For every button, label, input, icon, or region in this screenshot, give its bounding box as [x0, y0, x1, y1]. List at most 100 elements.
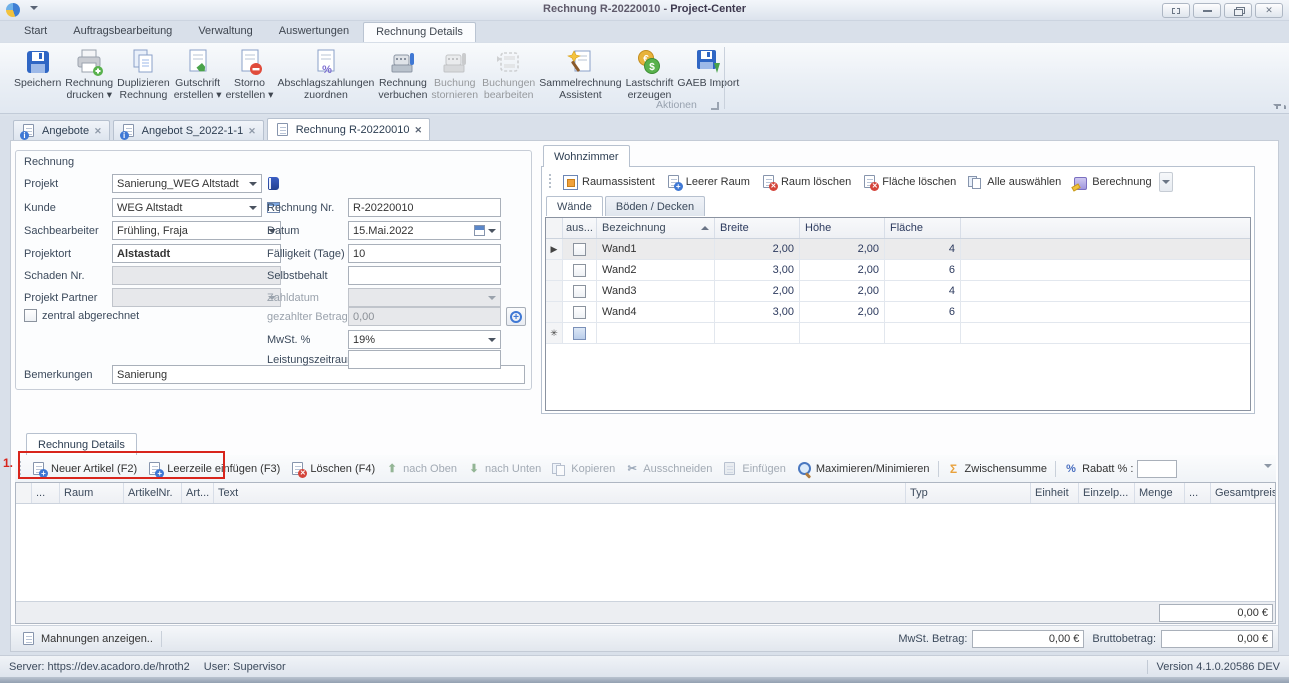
col-raum[interactable]: Raum — [60, 483, 124, 503]
gutschrift-erstellen-button[interactable]: Gutschrift erstellen ▾ — [172, 45, 224, 101]
table-row[interactable]: ▶ Wand1 2,00 2,00 4 — [546, 239, 1250, 260]
restore-button[interactable] — [1224, 3, 1252, 18]
rabatt-input[interactable] — [1137, 460, 1177, 478]
table-row[interactable]: Wand2 3,00 2,00 6 — [546, 260, 1250, 281]
nach-unten-button[interactable]: ⬇ nach Unten — [462, 461, 546, 476]
col-bezeichnung[interactable]: Bezeichnung — [597, 218, 715, 238]
cell-breite[interactable]: 2,00 — [715, 239, 800, 259]
new-row[interactable]: ✳ — [546, 323, 1250, 344]
rechnung-nr-input[interactable]: R-20220010 — [348, 198, 501, 217]
col-dots2[interactable]: ... — [1185, 483, 1211, 503]
zentral-abgerechnet-checkbox[interactable] — [24, 309, 37, 322]
col-flaeche[interactable]: Fläche — [885, 218, 961, 238]
cell-breite[interactable]: 3,00 — [715, 302, 800, 322]
col-hoehe[interactable]: Höhe — [800, 218, 885, 238]
cell-hoehe[interactable]: 2,00 — [800, 302, 885, 322]
gaeb-import-button[interactable]: GAEB Import — [675, 45, 741, 101]
col-artikelnr[interactable]: ArtikelNr. — [124, 483, 182, 503]
chevron-down-icon[interactable] — [249, 206, 257, 214]
details-grid-body[interactable] — [16, 504, 1275, 601]
col-einzelpreis[interactable]: Einzelp... — [1079, 483, 1135, 503]
close-tab-icon[interactable]: ✕ — [415, 125, 423, 136]
rechnung-verbuchen-button[interactable]: Rechnung verbuchen — [376, 45, 429, 101]
doc-tab-angebot-s-2022-1-1[interactable]: i Angebot S_2022-1-1 ✕ — [113, 120, 264, 141]
col-breite[interactable]: Breite — [715, 218, 800, 238]
storno-erstellen-button[interactable]: Storno erstellen ▾ — [224, 45, 276, 101]
sachbearbeiter-combobox[interactable]: Frühling, Fraja — [112, 221, 281, 240]
kopieren-button[interactable]: Kopieren — [546, 460, 620, 478]
ribbon-tab-auswertungen[interactable]: Auswertungen — [267, 22, 361, 42]
row-checkbox[interactable] — [573, 285, 586, 298]
col-gesamtpreis[interactable]: Gesamtpreis — [1211, 483, 1275, 503]
ausschneiden-button[interactable]: ✂ Ausschneiden — [620, 461, 717, 476]
berechnung-dropdown-button[interactable] — [1159, 172, 1173, 192]
cell-bezeichnung[interactable]: Wand2 — [597, 260, 715, 280]
subtab-boeden-decken[interactable]: Böden / Decken — [605, 196, 705, 216]
rechnung-drucken-button[interactable]: Rechnung drucken ▾ — [63, 45, 115, 101]
cell-breite[interactable]: 2,00 — [715, 281, 800, 301]
flaeche-loeschen-button[interactable]: ✕ Fläche löschen — [857, 173, 961, 191]
selbstbehalt-input[interactable] — [348, 266, 501, 285]
cell-bezeichnung[interactable]: Wand3 — [597, 281, 715, 301]
kunde-combobox[interactable]: WEG Altstadt — [112, 198, 262, 217]
cell-flaeche[interactable]: 4 — [885, 239, 961, 259]
chevron-down-icon[interactable] — [249, 182, 257, 190]
cell-bezeichnung[interactable]: Wand4 — [597, 302, 715, 322]
toolbar-overflow-button[interactable] — [1264, 463, 1272, 475]
table-row[interactable]: Wand4 3,00 2,00 6 — [546, 302, 1250, 323]
ribbon-tab-verwaltung[interactable]: Verwaltung — [186, 22, 264, 42]
col-art[interactable]: Art... — [182, 483, 214, 503]
doc-tab-angebote[interactable]: i Angebote ✕ — [13, 120, 110, 141]
datum-datepicker[interactable]: 15.Mai.2022 — [348, 221, 501, 240]
doc-tab-rechnung-r-20220010[interactable]: Rechnung R-20220010 ✕ — [267, 118, 430, 141]
add-payment-button[interactable]: + — [506, 307, 526, 326]
berechnung-button[interactable]: Berechnung — [1067, 173, 1156, 191]
leistungszeitraum-input[interactable] — [348, 350, 501, 369]
close-tab-icon[interactable]: ✕ — [248, 126, 256, 137]
speichern-button[interactable]: Speichern — [12, 45, 63, 101]
loeschen-button[interactable]: ✕ Löschen (F4) — [285, 460, 380, 478]
project-book-icon[interactable] — [266, 176, 282, 192]
maximieren-minimieren-button[interactable]: Maximieren/Minimieren — [791, 460, 935, 478]
row-checkbox[interactable] — [573, 264, 586, 277]
toolbar-grip[interactable] — [547, 174, 554, 190]
einfuegen-button[interactable]: Einfügen — [717, 460, 790, 478]
lastschrift-erzeugen-button[interactable]: € $ Lastschrift erzeugen — [624, 45, 676, 101]
row-checkbox[interactable] — [573, 243, 586, 256]
abschlagszahlungen-zuordnen-button[interactable]: % Abschlagszahlungen zuordnen — [275, 45, 376, 101]
raum-loeschen-button[interactable]: ✕ Raum löschen — [756, 173, 856, 191]
ribbon-tab-start[interactable]: Start — [12, 22, 59, 42]
dialog-launcher-icon[interactable] — [711, 102, 719, 110]
alle-auswaehlen-button[interactable]: Alle auswählen — [962, 173, 1066, 191]
cell-hoehe[interactable]: 2,00 — [800, 239, 885, 259]
subtab-waende[interactable]: Wände — [546, 196, 603, 216]
cell-hoehe[interactable]: 2,00 — [800, 281, 885, 301]
projekt-combobox[interactable]: Sanierung_WEG Altstadt — [112, 174, 262, 193]
ribbon-tab-auftragsbearbeitung[interactable]: Auftragsbearbeitung — [61, 22, 184, 42]
mwst-combobox[interactable]: 19% — [348, 330, 501, 349]
sammelrechnung-assistent-button[interactable]: Sammelrechnung Assistent — [537, 45, 623, 101]
duplizieren-rechnung-button[interactable]: Duplizieren Rechnung — [115, 45, 172, 101]
leerer-raum-button[interactable]: + Leerer Raum — [661, 173, 755, 191]
nach-oben-button[interactable]: ⬆ nach Oben — [380, 461, 462, 476]
row-checkbox[interactable] — [573, 306, 586, 319]
minimize-button[interactable] — [1193, 3, 1221, 18]
room-tab-wohnzimmer[interactable]: Wohnzimmer — [543, 145, 630, 167]
faelligkeit-input[interactable]: 10 — [348, 244, 501, 263]
chevron-down-icon[interactable] — [488, 338, 496, 346]
cell-flaeche[interactable]: 6 — [885, 302, 961, 322]
cell-hoehe[interactable]: 2,00 — [800, 260, 885, 280]
ribbon-tab-rechnung-details[interactable]: Rechnung Details — [363, 22, 476, 42]
close-button[interactable]: ✕ — [1255, 3, 1283, 18]
col-typ[interactable]: Typ — [906, 483, 1031, 503]
cell-flaeche[interactable]: 6 — [885, 260, 961, 280]
cell-bezeichnung[interactable]: Wand1 — [597, 239, 715, 259]
col-text[interactable]: Text — [214, 483, 906, 503]
buchungen-bearbeiten-button[interactable]: Buchungen bearbeiten — [480, 45, 537, 101]
collapse-ribbon-icon[interactable] — [1273, 104, 1281, 109]
table-row[interactable]: Wand3 2,00 2,00 4 — [546, 281, 1250, 302]
fullscreen-button[interactable] — [1162, 3, 1190, 18]
chevron-down-icon[interactable] — [488, 229, 496, 237]
cell-flaeche[interactable]: 4 — [885, 281, 961, 301]
cell-breite[interactable]: 3,00 — [715, 260, 800, 280]
